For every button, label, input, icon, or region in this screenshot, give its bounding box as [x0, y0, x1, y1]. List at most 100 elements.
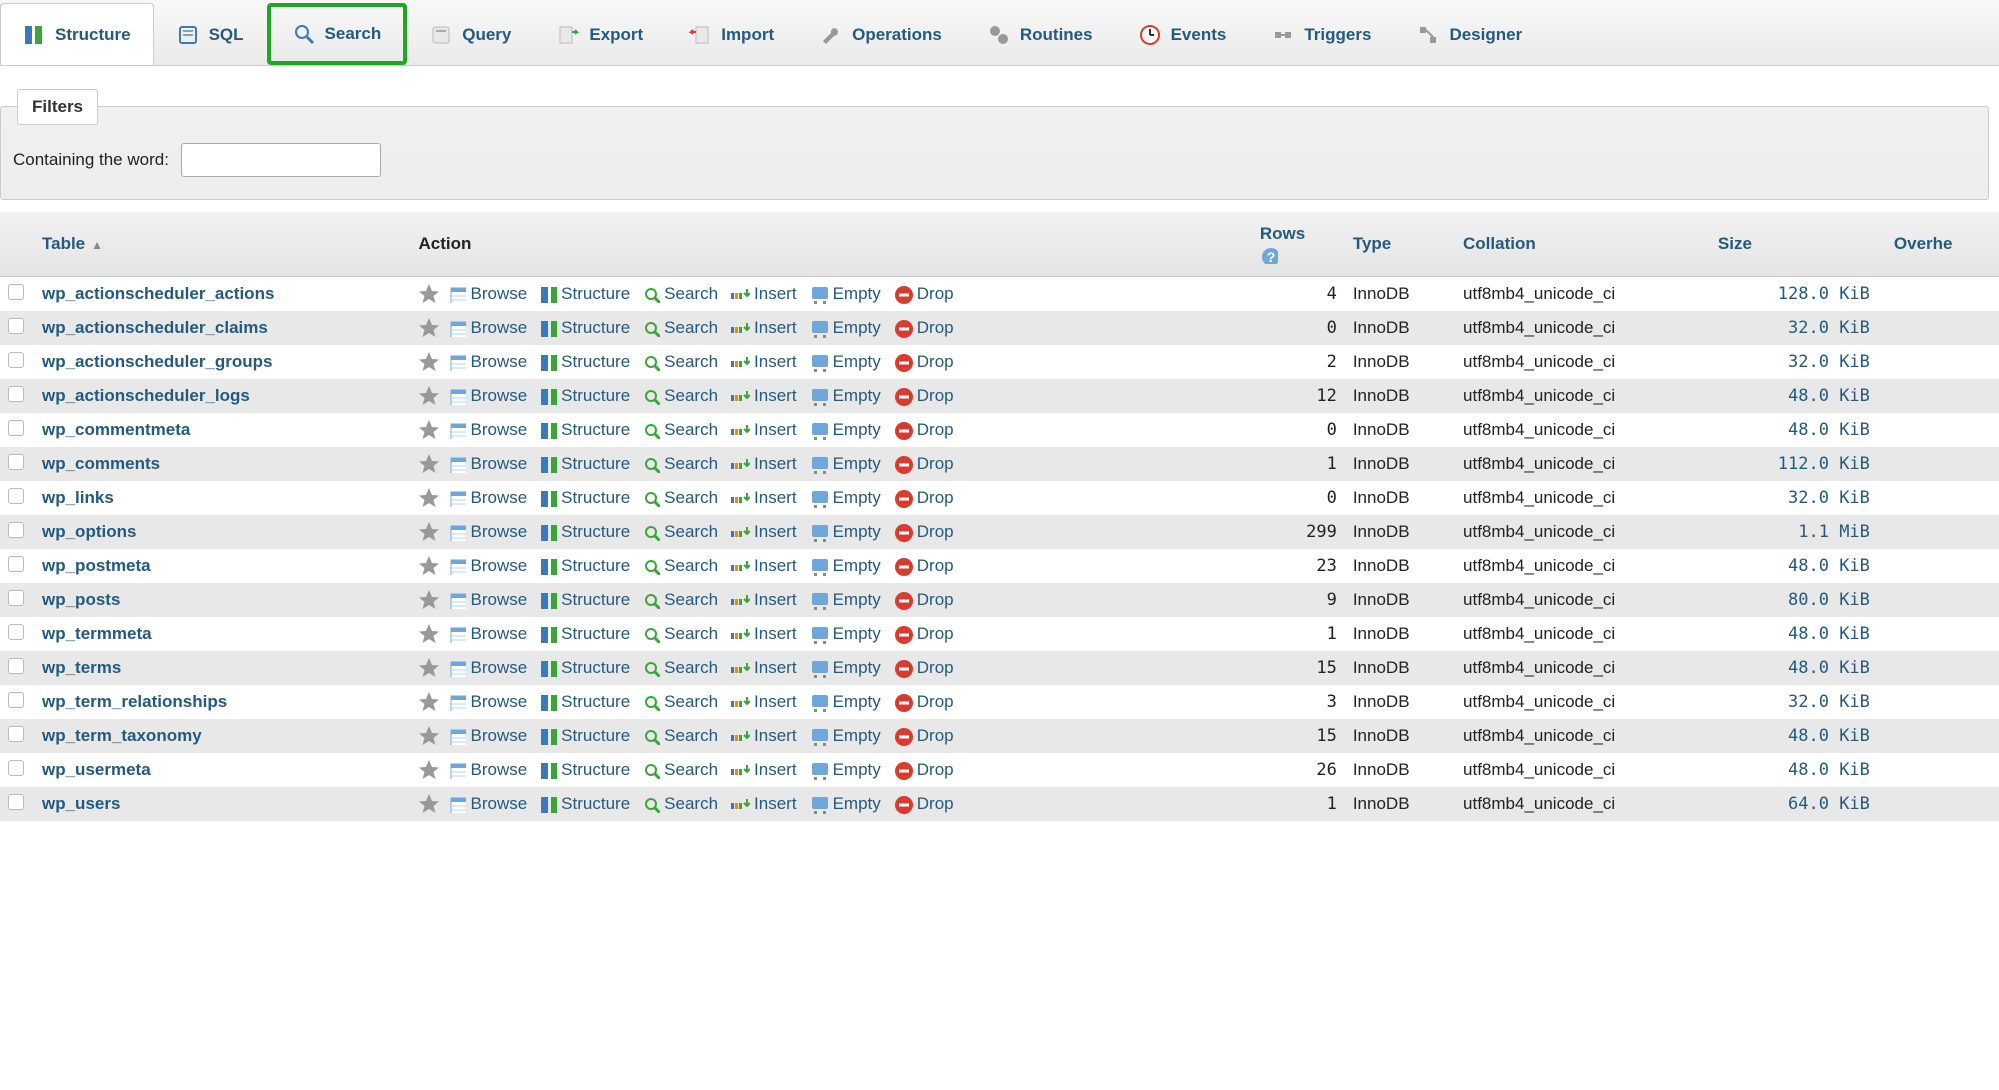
search-link[interactable]: Search [638, 624, 722, 644]
col-overhead[interactable]: Overhe [1886, 212, 1999, 277]
search-link[interactable]: Search [638, 658, 722, 678]
table-name-link[interactable]: wp_actionscheduler_actions [42, 284, 274, 303]
structure-link[interactable]: Structure [535, 454, 634, 474]
insert-link[interactable]: Insert [726, 658, 801, 678]
drop-link[interactable]: Drop [889, 318, 958, 338]
search-link[interactable]: Search [638, 522, 722, 542]
row-checkbox[interactable] [8, 624, 24, 640]
insert-link[interactable]: Insert [726, 352, 801, 372]
row-checkbox[interactable] [8, 352, 24, 368]
tab-export[interactable]: Export [534, 3, 666, 65]
favorite-star-icon[interactable] [418, 793, 440, 815]
table-name-link[interactable]: wp_term_relationships [42, 692, 227, 711]
table-name-link[interactable]: wp_posts [42, 590, 120, 609]
tab-search[interactable]: Search [267, 3, 408, 65]
tab-import[interactable]: Import [666, 3, 797, 65]
search-link[interactable]: Search [638, 692, 722, 712]
table-name-link[interactable]: wp_usermeta [42, 760, 151, 779]
insert-link[interactable]: Insert [726, 420, 801, 440]
favorite-star-icon[interactable] [418, 385, 440, 407]
insert-link[interactable]: Insert [726, 386, 801, 406]
table-name-link[interactable]: wp_terms [42, 658, 121, 677]
insert-link[interactable]: Insert [726, 794, 801, 814]
table-name-link[interactable]: wp_actionscheduler_logs [42, 386, 250, 405]
tab-triggers[interactable]: Triggers [1249, 3, 1394, 65]
table-name-link[interactable]: wp_commentmeta [42, 420, 190, 439]
insert-link[interactable]: Insert [726, 522, 801, 542]
search-link[interactable]: Search [638, 386, 722, 406]
search-link[interactable]: Search [638, 420, 722, 440]
drop-link[interactable]: Drop [889, 454, 958, 474]
structure-link[interactable]: Structure [535, 760, 634, 780]
col-type[interactable]: Type [1345, 212, 1455, 277]
empty-link[interactable]: Empty [805, 624, 885, 644]
favorite-star-icon[interactable] [418, 691, 440, 713]
favorite-star-icon[interactable] [418, 725, 440, 747]
favorite-star-icon[interactable] [418, 555, 440, 577]
empty-link[interactable]: Empty [805, 318, 885, 338]
structure-link[interactable]: Structure [535, 658, 634, 678]
browse-link[interactable]: Browse [444, 794, 531, 814]
empty-link[interactable]: Empty [805, 726, 885, 746]
table-name-link[interactable]: wp_actionscheduler_claims [42, 318, 268, 337]
insert-link[interactable]: Insert [726, 488, 801, 508]
row-checkbox[interactable] [8, 284, 24, 300]
tab-structure[interactable]: Structure [0, 3, 154, 65]
tab-routines[interactable]: Routines [965, 3, 1116, 65]
drop-link[interactable]: Drop [889, 624, 958, 644]
favorite-star-icon[interactable] [418, 521, 440, 543]
row-checkbox[interactable] [8, 658, 24, 674]
empty-link[interactable]: Empty [805, 352, 885, 372]
empty-link[interactable]: Empty [805, 488, 885, 508]
table-name-link[interactable]: wp_actionscheduler_groups [42, 352, 273, 371]
structure-link[interactable]: Structure [535, 726, 634, 746]
insert-link[interactable]: Insert [726, 590, 801, 610]
empty-link[interactable]: Empty [805, 284, 885, 304]
search-link[interactable]: Search [638, 760, 722, 780]
favorite-star-icon[interactable] [418, 759, 440, 781]
favorite-star-icon[interactable] [418, 317, 440, 339]
tab-designer[interactable]: Designer [1394, 3, 1545, 65]
search-link[interactable]: Search [638, 454, 722, 474]
structure-link[interactable]: Structure [535, 624, 634, 644]
insert-link[interactable]: Insert [726, 284, 801, 304]
tab-operations[interactable]: Operations [797, 3, 965, 65]
insert-link[interactable]: Insert [726, 318, 801, 338]
structure-link[interactable]: Structure [535, 556, 634, 576]
row-checkbox[interactable] [8, 454, 24, 470]
drop-link[interactable]: Drop [889, 590, 958, 610]
search-link[interactable]: Search [638, 318, 722, 338]
row-checkbox[interactable] [8, 522, 24, 538]
browse-link[interactable]: Browse [444, 760, 531, 780]
structure-link[interactable]: Structure [535, 386, 634, 406]
search-link[interactable]: Search [638, 352, 722, 372]
filters-containing-input[interactable] [181, 143, 381, 177]
row-checkbox[interactable] [8, 692, 24, 708]
structure-link[interactable]: Structure [535, 794, 634, 814]
row-checkbox[interactable] [8, 318, 24, 334]
structure-link[interactable]: Structure [535, 420, 634, 440]
browse-link[interactable]: Browse [444, 284, 531, 304]
browse-link[interactable]: Browse [444, 318, 531, 338]
tab-events[interactable]: Events [1116, 3, 1250, 65]
col-table[interactable]: Table▲ [34, 212, 410, 277]
drop-link[interactable]: Drop [889, 386, 958, 406]
col-rows[interactable]: Rows [1252, 212, 1345, 277]
drop-link[interactable]: Drop [889, 284, 958, 304]
row-checkbox[interactable] [8, 556, 24, 572]
structure-link[interactable]: Structure [535, 522, 634, 542]
favorite-star-icon[interactable] [418, 657, 440, 679]
insert-link[interactable]: Insert [726, 692, 801, 712]
favorite-star-icon[interactable] [418, 623, 440, 645]
search-link[interactable]: Search [638, 284, 722, 304]
table-name-link[interactable]: wp_postmeta [42, 556, 151, 575]
favorite-star-icon[interactable] [418, 283, 440, 305]
row-checkbox[interactable] [8, 726, 24, 742]
row-checkbox[interactable] [8, 386, 24, 402]
favorite-star-icon[interactable] [418, 453, 440, 475]
row-checkbox[interactable] [8, 760, 24, 776]
browse-link[interactable]: Browse [444, 658, 531, 678]
drop-link[interactable]: Drop [889, 692, 958, 712]
structure-link[interactable]: Structure [535, 284, 634, 304]
empty-link[interactable]: Empty [805, 556, 885, 576]
